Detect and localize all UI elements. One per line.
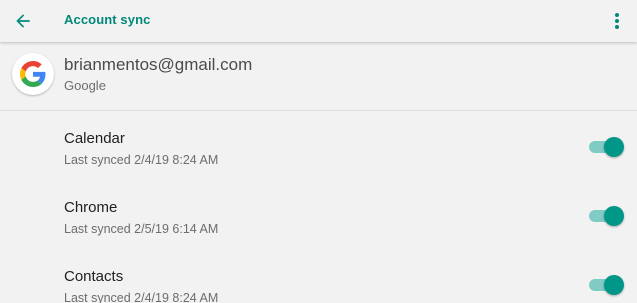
back-button[interactable] bbox=[8, 6, 38, 36]
sync-item-last-synced: Last synced 2/4/19 8:24 AM bbox=[64, 153, 219, 167]
arrow-left-icon bbox=[16, 14, 30, 28]
sync-item-title: Calendar bbox=[64, 130, 125, 147]
account-email: brianmentos@gmail.com bbox=[64, 55, 253, 74]
sync-item-title: Chrome bbox=[64, 199, 118, 216]
google-g-icon bbox=[12, 53, 54, 95]
sync-toggle-chrome[interactable] bbox=[589, 206, 624, 226]
sync-item-calendar[interactable]: Calendar Last synced 2/4/19 8:24 AM bbox=[0, 111, 637, 180]
toggle-thumb bbox=[604, 137, 624, 157]
sync-item-title: Contacts bbox=[64, 268, 124, 285]
overflow-menu-icon bbox=[615, 13, 619, 29]
sync-item-chrome[interactable]: Chrome Last synced 2/5/19 6:14 AM bbox=[0, 180, 637, 249]
overflow-menu-button[interactable] bbox=[605, 8, 629, 34]
toggle-thumb bbox=[604, 275, 624, 295]
page-title: Account sync bbox=[64, 12, 151, 27]
toolbar: Account sync bbox=[0, 0, 637, 42]
account-provider: Google bbox=[64, 78, 106, 93]
account-header: brianmentos@gmail.com Google bbox=[0, 43, 637, 111]
toggle-thumb bbox=[604, 206, 624, 226]
sync-item-last-synced: Last synced 2/5/19 6:14 AM bbox=[64, 222, 219, 236]
sync-toggle-calendar[interactable] bbox=[589, 137, 624, 157]
sync-toggle-contacts[interactable] bbox=[589, 275, 624, 295]
sync-item-last-synced: Last synced 2/4/19 8:24 AM bbox=[64, 291, 219, 303]
sync-item-contacts[interactable]: Contacts Last synced 2/4/19 8:24 AM bbox=[0, 249, 637, 303]
account-sync-screen: Account sync brianmentos@gmail.com Googl… bbox=[0, 0, 637, 303]
